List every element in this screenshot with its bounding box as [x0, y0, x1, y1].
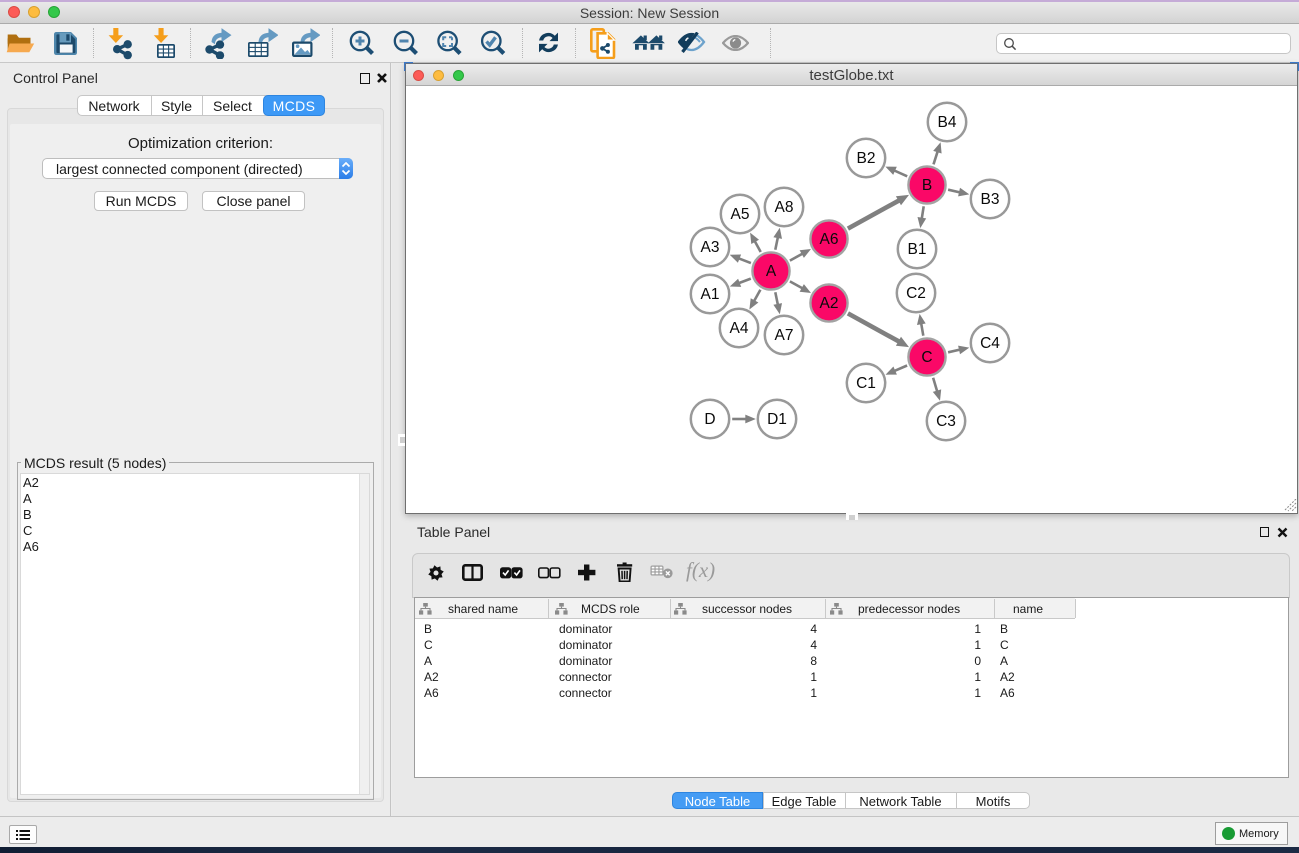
svg-text:B2: B2	[857, 150, 876, 167]
svg-text:A5: A5	[731, 206, 750, 223]
svg-text:C1: C1	[856, 375, 876, 392]
svg-text:B1: B1	[908, 241, 927, 258]
svg-text:B4: B4	[938, 114, 957, 131]
svg-text:A2: A2	[820, 295, 839, 312]
svg-text:C2: C2	[906, 285, 926, 302]
svg-text:B3: B3	[981, 191, 1000, 208]
svg-text:B: B	[922, 177, 932, 194]
svg-text:A8: A8	[775, 199, 794, 216]
svg-text:D: D	[704, 411, 715, 428]
svg-text:A7: A7	[775, 327, 794, 344]
svg-text:C3: C3	[936, 413, 956, 430]
svg-text:A1: A1	[701, 286, 720, 303]
svg-text:C: C	[921, 349, 932, 366]
svg-text:C4: C4	[980, 335, 1000, 352]
svg-text:A3: A3	[701, 239, 720, 256]
svg-text:A: A	[766, 263, 777, 280]
svg-text:A4: A4	[730, 320, 749, 337]
svg-text:D1: D1	[767, 411, 787, 428]
svg-text:A6: A6	[820, 231, 839, 248]
